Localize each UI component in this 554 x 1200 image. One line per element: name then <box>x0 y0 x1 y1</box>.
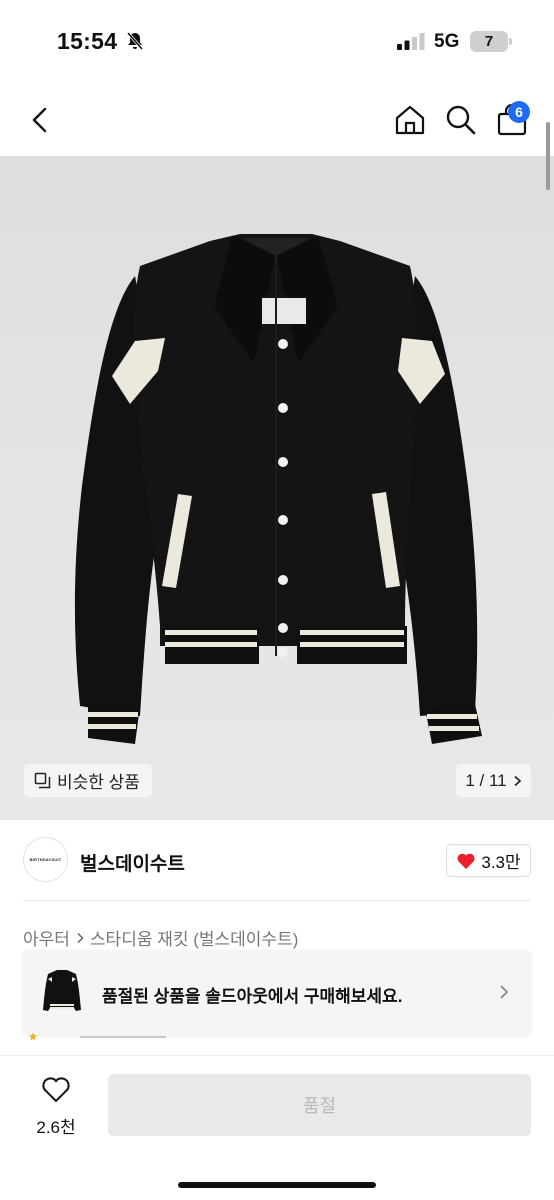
bottom-action-bar: 2.6천 품절 <box>0 1055 554 1200</box>
shop-like-button[interactable]: 3.3만 <box>446 844 531 877</box>
search-icon[interactable] <box>443 102 479 138</box>
similar-products-button[interactable]: 비슷한 상품 <box>24 764 152 797</box>
breadcrumb: 아우터 스타디움 재킷 (벌스데이수트) <box>23 925 298 950</box>
back-icon[interactable] <box>22 102 58 138</box>
page-indicator: 1 / 11 <box>465 770 507 790</box>
shop-name[interactable]: 벌스데이수트 <box>80 849 185 876</box>
heart-outline-icon <box>42 1077 70 1103</box>
product-image-gallery[interactable]: 비슷한 상품 1 / 11 <box>0 156 554 820</box>
network-type: 5G <box>434 31 460 52</box>
partially-hidden-content <box>80 1036 166 1038</box>
signal-icon <box>397 33 425 50</box>
product-image <box>74 234 482 744</box>
top-nav <box>0 84 554 156</box>
bell-off-icon <box>126 32 144 50</box>
chevron-right-icon <box>77 932 84 943</box>
star-icon <box>29 1032 37 1041</box>
status-bar: 15:54 5G 7 <box>0 0 554 84</box>
image-pager[interactable]: 1 / 11 <box>456 764 531 797</box>
shop-avatar[interactable]: BIRTHDAYSUIT <box>23 837 68 882</box>
battery-tip <box>509 38 512 45</box>
chevron-right-icon <box>514 775 521 786</box>
wishlist-count: 2.6천 <box>36 1118 76 1137</box>
copy-icon <box>34 772 51 789</box>
shop-like-count: 3.3만 <box>481 853 521 872</box>
shop-row[interactable]: BIRTHDAYSUIT 벌스데이수트 3.3만 <box>0 820 554 900</box>
breadcrumb-category[interactable]: 아우터 <box>23 925 70 950</box>
heart-filled-icon <box>457 853 475 869</box>
soldout-banner[interactable]: 품절된 상품을 솔드아웃에서 구매해보세요. <box>23 950 531 1034</box>
soldout-button[interactable]: 품절 <box>108 1074 531 1136</box>
home-indicator <box>178 1182 376 1188</box>
similar-products-label: 비슷한 상품 <box>57 773 140 792</box>
soldout-banner-text: 품절된 상품을 솔드아웃에서 구매해보세요. <box>102 987 403 1006</box>
battery-icon: 7 <box>470 31 508 52</box>
cart-badge: 6 <box>508 101 530 123</box>
shop-logo-text: BIRTHDAYSUIT <box>29 857 62 862</box>
status-time: 15:54 <box>57 28 118 54</box>
divider <box>23 900 531 901</box>
breadcrumb-product[interactable]: 스타디움 재킷 (벌스데이수트) <box>90 925 298 950</box>
chevron-right-icon <box>500 985 509 999</box>
banner-product-thumbnail <box>39 966 85 1018</box>
wishlist-button[interactable]: 2.6천 <box>30 1076 82 1137</box>
scroll-indicator <box>546 122 550 190</box>
home-icon[interactable] <box>392 102 428 138</box>
